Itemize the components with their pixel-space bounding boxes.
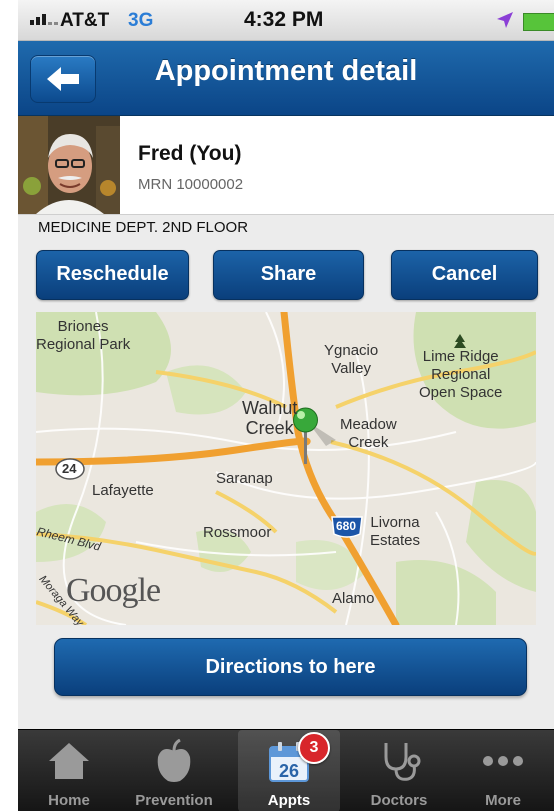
map-label-briones: Briones Regional Park — [36, 318, 131, 353]
home-icon — [49, 743, 89, 779]
tab-appts[interactable]: 26 3 Appts — [238, 730, 340, 811]
battery-icon — [523, 13, 554, 31]
stethoscope-icon — [384, 743, 421, 781]
patient-avatar — [18, 116, 120, 214]
status-bar: AT&T 3G 4:32 PM — [18, 0, 554, 41]
highway-680-label: 680 — [336, 519, 357, 533]
tab-more[interactable]: More — [452, 730, 554, 811]
more-icon — [483, 756, 523, 766]
tab-prevention-label: Prevention — [135, 792, 213, 809]
share-button[interactable]: Share — [213, 250, 364, 300]
map-label-meadow-creek: Meadow Creek — [340, 416, 397, 451]
tab-appts-label: Appts — [267, 792, 311, 809]
status-time: 4:32 PM — [244, 8, 324, 31]
map-label-lime-ridge: Lime Ridge Regional Open Space — [419, 348, 503, 401]
map-label-alamo: Alamo — [332, 590, 375, 607]
signal-strength-icon — [30, 14, 58, 25]
map-label-saranap: Saranap — [216, 470, 273, 487]
appointment-location: MEDICINE DEPT. 2ND FLOOR — [38, 219, 249, 236]
highway-24-shield: 24 — [62, 461, 77, 476]
navigation-bar: Appointment detail — [18, 41, 554, 116]
tab-bar: Home Prevention 26 3 Appts Doctors More — [18, 729, 554, 811]
calendar-day: 26 — [279, 761, 299, 781]
tab-doctors-label: Doctors — [370, 792, 428, 809]
carrier-label: AT&T — [60, 10, 110, 31]
map-label-ygnacio: Ygnacio Valley — [324, 342, 379, 377]
google-logo: Google — [66, 572, 161, 609]
apple-icon — [157, 739, 191, 782]
map-label-rossmoor: Rossmoor — [203, 524, 272, 541]
directions-button[interactable]: Directions to here — [54, 638, 527, 696]
map-label-walnut-creek: Walnut Creek — [242, 398, 298, 438]
page-title: Appointment detail — [154, 55, 418, 87]
patient-header: Fred (You) MRN 10000002 — [18, 116, 554, 215]
appointments-badge: 3 — [298, 732, 330, 764]
patient-name: Fred (You) — [138, 142, 242, 165]
location-services-icon — [497, 12, 513, 28]
tab-prevention[interactable]: Prevention — [123, 730, 225, 811]
patient-mrn: MRN 10000002 — [138, 176, 244, 193]
map-view[interactable]: Briones Regional Park Ygnacio Valley Lim… — [36, 312, 536, 625]
map-label-livorna: Livorna Estates — [370, 514, 421, 549]
tab-home-label: Home — [48, 792, 90, 809]
network-type: 3G — [128, 10, 154, 31]
cancel-button[interactable]: Cancel — [391, 250, 538, 300]
app-screen: AT&T 3G 4:32 PM Appointment detail Fred … — [18, 0, 554, 811]
map-label-lafayette: Lafayette — [92, 482, 154, 499]
tab-home[interactable]: Home — [18, 730, 120, 811]
tab-more-label: More — [485, 792, 521, 809]
tab-doctors[interactable]: Doctors — [348, 730, 450, 811]
reschedule-button[interactable]: Reschedule — [36, 250, 189, 300]
